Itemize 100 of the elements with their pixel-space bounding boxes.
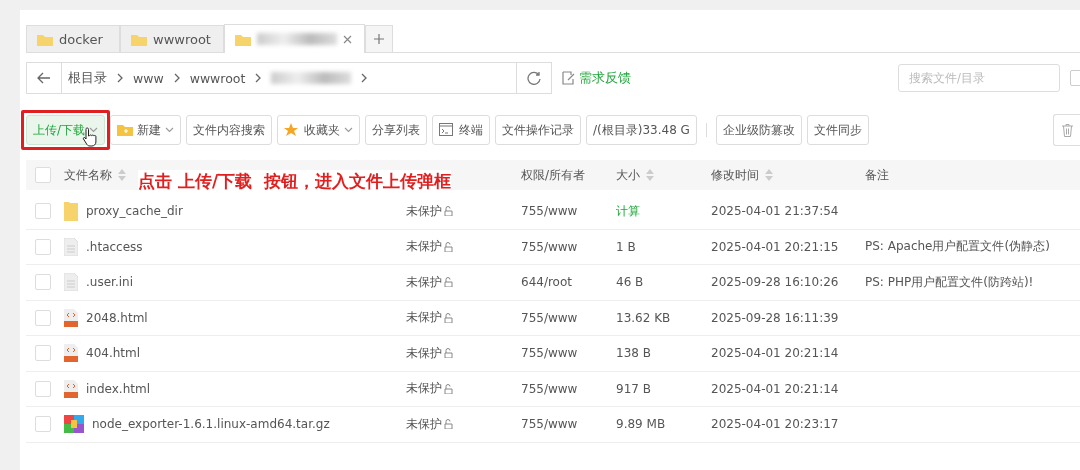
permission-cell[interactable]: 755/www bbox=[521, 346, 616, 361]
protection-status: 未保护 bbox=[406, 380, 442, 398]
size-cell-text: 1 B bbox=[616, 239, 637, 254]
note-cell-text: PS: PHP用户配置文件(防跨站)! bbox=[865, 273, 1035, 291]
close-icon[interactable] bbox=[342, 34, 352, 44]
checkbox[interactable] bbox=[35, 203, 51, 220]
protection-status: 未保护 bbox=[406, 415, 442, 433]
size-cell-text: 917 B bbox=[616, 381, 652, 396]
file-name[interactable]: 404.html bbox=[86, 346, 141, 361]
tab-label: wwwroot bbox=[153, 31, 211, 47]
modified-time: 2025-04-01 20:21:15 bbox=[711, 239, 840, 254]
edit-note-icon bbox=[562, 71, 575, 85]
search-field[interactable]: 搜索文件/目录 bbox=[898, 64, 1060, 92]
tab-label: docker bbox=[59, 31, 103, 47]
column-header: 文件名称 bbox=[64, 166, 112, 184]
unlock-icon[interactable] bbox=[444, 383, 453, 394]
toolbar-button[interactable]: 新建 bbox=[110, 115, 182, 145]
modified-time: 2025-04-01 20:21:14 bbox=[711, 346, 840, 361]
folder-icon bbox=[37, 32, 53, 46]
archive-icon bbox=[64, 415, 84, 434]
toolbar-button[interactable]: 企业级防篡改 bbox=[715, 115, 802, 145]
protection-status: 未保护 bbox=[406, 273, 442, 291]
unlock-icon[interactable] bbox=[444, 241, 453, 252]
plus-icon[interactable] bbox=[373, 34, 384, 44]
toolbar-button[interactable]: 文件同步 bbox=[806, 115, 869, 145]
folder-plus-icon bbox=[117, 123, 134, 137]
file-name[interactable]: node_exporter-1.6.1.linux-amd64.tar.gz bbox=[92, 417, 330, 432]
file-name[interactable]: index.html bbox=[86, 381, 150, 396]
tab[interactable]: wwwroot bbox=[120, 25, 224, 52]
column-header: 备注 bbox=[865, 166, 889, 184]
unlock-icon[interactable] bbox=[444, 348, 453, 359]
folder-icon bbox=[64, 201, 78, 222]
modified-time: 2025-04-01 21:37:54 bbox=[711, 204, 840, 219]
file-name[interactable]: proxy_cache_dir bbox=[86, 204, 183, 219]
delete-button[interactable] bbox=[1053, 114, 1080, 146]
protection-status: 未保护 bbox=[406, 238, 442, 256]
file-name[interactable]: .htaccess bbox=[86, 239, 143, 254]
caret-icon bbox=[165, 127, 175, 133]
document-icon bbox=[64, 273, 78, 292]
checkbox[interactable] bbox=[35, 167, 51, 183]
permission-cell[interactable]: 755/www bbox=[521, 310, 616, 325]
permission-cell[interactable]: 755/www bbox=[521, 417, 616, 432]
tab[interactable] bbox=[223, 24, 365, 53]
unlock-icon[interactable] bbox=[444, 277, 453, 288]
modified-time: 2025-09-28 16:11:39 bbox=[711, 310, 840, 325]
permission-cell[interactable]: 755/www bbox=[521, 204, 616, 219]
folder-icon bbox=[131, 32, 147, 46]
modified-time: 2025-04-01 20:21:14 bbox=[711, 381, 840, 396]
column-header: 权限/所有者 bbox=[521, 166, 586, 184]
folder-icon bbox=[234, 32, 251, 46]
column-header: 修改时间 bbox=[711, 166, 759, 184]
annotation-text: 点击 上传/下载 按钮，进入文件上传弹框 bbox=[138, 170, 451, 193]
checkbox[interactable] bbox=[35, 238, 51, 255]
sort-icon[interactable] bbox=[765, 169, 773, 181]
modified-time: 2025-04-01 20:23:17 bbox=[711, 417, 840, 432]
permission-cell[interactable]: 755/www bbox=[521, 239, 616, 254]
html-file-icon bbox=[64, 308, 78, 327]
document-icon bbox=[64, 237, 78, 256]
size-cell-text: 138 B bbox=[616, 346, 652, 361]
sort-icon[interactable] bbox=[118, 169, 126, 181]
checkbox[interactable] bbox=[35, 274, 51, 291]
permission-cell[interactable]: 644/root bbox=[521, 275, 616, 290]
breadcrumb-item[interactable]: www bbox=[133, 70, 164, 86]
terminal-icon bbox=[439, 123, 456, 137]
html-file-icon bbox=[64, 379, 78, 398]
breadcrumb-item[interactable]: 根目录 bbox=[68, 69, 107, 87]
permission-cell[interactable]: 755/www bbox=[521, 381, 616, 396]
column-header: 大小 bbox=[616, 166, 640, 184]
tab[interactable]: docker bbox=[26, 25, 120, 52]
file-name[interactable]: .user.ini bbox=[86, 275, 133, 290]
chevron-right-icon bbox=[117, 73, 123, 83]
trash-icon bbox=[1061, 123, 1073, 137]
checkbox[interactable] bbox=[35, 380, 51, 397]
chevron-right-icon bbox=[361, 73, 368, 83]
sort-icon[interactable] bbox=[646, 169, 654, 181]
unlock-icon[interactable] bbox=[444, 206, 453, 217]
breadcrumb-item[interactable]: wwwroot bbox=[189, 70, 246, 86]
modified-time: 2025-09-28 16:10:26 bbox=[711, 275, 840, 290]
toolbar-button[interactable]: 文件操作记录 bbox=[495, 115, 582, 145]
checkbox[interactable] bbox=[35, 416, 51, 433]
toolbar-button[interactable]: 分享列表 bbox=[365, 115, 428, 145]
refresh-icon[interactable] bbox=[527, 71, 541, 85]
protection-status: 未保护 bbox=[406, 309, 442, 327]
size-cell-text: 9.89 MB bbox=[616, 417, 667, 432]
toolbar-button[interactable]: /(根目录)33.48 G bbox=[586, 115, 697, 145]
caret-icon bbox=[344, 127, 354, 133]
back-arrow-icon[interactable] bbox=[37, 72, 51, 84]
toolbar-button[interactable]: 文件内容搜索 bbox=[186, 115, 273, 145]
size-cell-text: 13.62 KB bbox=[616, 310, 672, 325]
unlock-icon[interactable] bbox=[444, 419, 453, 430]
unlock-icon[interactable] bbox=[444, 312, 453, 323]
toolbar-button[interactable]: 终端 bbox=[432, 115, 491, 145]
protection-status: 未保护 bbox=[406, 202, 442, 220]
chevron-right-icon bbox=[255, 73, 262, 83]
size-cell-text: 46 B bbox=[616, 275, 645, 290]
html-file-icon bbox=[64, 344, 78, 363]
checkbox[interactable] bbox=[35, 345, 51, 362]
file-name[interactable]: 2048.html bbox=[86, 310, 148, 325]
toolbar-button[interactable]: 收藏夹 bbox=[277, 115, 361, 145]
checkbox[interactable] bbox=[35, 309, 51, 326]
